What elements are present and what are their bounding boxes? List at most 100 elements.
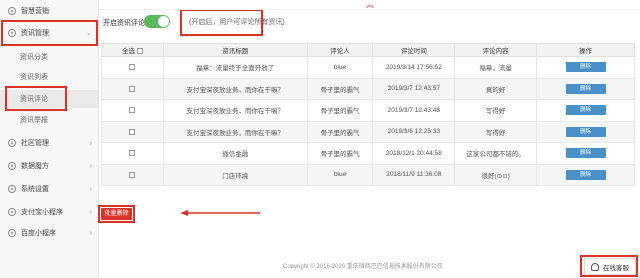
row-checkbox[interactable] bbox=[129, 171, 136, 178]
row-title: 支付宝深夜放业务，而你在干嘛？ bbox=[162, 99, 308, 122]
sidebar-item-alipay-mini-program[interactable]: 支付宝小程序 › bbox=[0, 203, 98, 221]
sidebar-item-news-management[interactable]: 资讯管理 ⌄ bbox=[0, 24, 98, 42]
content-header: 评论内容 bbox=[454, 43, 538, 57]
sidebar-item-data-cube[interactable]: 数据魔方 › bbox=[0, 157, 98, 175]
gear-icon bbox=[8, 139, 16, 147]
sidebar-item-label: 支付宝小程序 bbox=[21, 209, 63, 216]
row-commenter: 骨子里的霸气 bbox=[306, 120, 374, 143]
delete-button[interactable]: 删除 bbox=[565, 62, 606, 73]
double-chevron-up-icon[interactable]: ︽ bbox=[366, 1, 374, 9]
sidebar-subitem-label: 资讯列表 bbox=[20, 74, 48, 81]
gear-icon bbox=[8, 7, 16, 15]
comments-table: 全选 资讯标题 评论人 评论时间 评论内容 操作 福章：流量终于全面开放了 bl… bbox=[101, 43, 635, 186]
row-commenter: 骨子里的霸气 bbox=[306, 99, 374, 122]
sidebar-item-system-settings[interactable]: 系统设置 › bbox=[0, 180, 98, 198]
sidebar: 智慧营销 资讯管理 ⌄ 资讯分类 资讯列表 资讯评论 资讯举报 社区管理 › 数… bbox=[0, 0, 99, 278]
sidebar-item-label: 数据魔方 bbox=[21, 163, 49, 170]
action-header: 操作 bbox=[536, 43, 635, 57]
comment-toggle[interactable] bbox=[144, 15, 170, 28]
chevron-right-icon: › bbox=[89, 162, 92, 170]
row-content: 写得好 bbox=[454, 120, 538, 143]
chevron-right-icon: › bbox=[89, 229, 92, 237]
table-row: 门店环境 blue 2018/11/9 11:36:08 很好(⊙⊙) 删除 bbox=[101, 163, 635, 186]
sidebar-subitem-label: 资讯评论 bbox=[20, 96, 48, 103]
chevron-right-icon: › bbox=[89, 208, 92, 216]
table-row: 微信金融 骨子里的霸气 2018/12/1 20:44:58 这家公司都不错的。… bbox=[101, 142, 635, 165]
table-row: 支付宝深夜放业务，而你在干嘛？ 骨子里的霸气 2019/3/7 12:43:57… bbox=[101, 77, 635, 100]
chevron-right-icon: › bbox=[89, 139, 92, 147]
sidebar-subitem-label: 资讯分类 bbox=[20, 54, 48, 61]
commenter-header: 评论人 bbox=[306, 43, 374, 57]
sidebar-subitem-news-category[interactable]: 资讯分类 bbox=[0, 48, 98, 66]
row-commenter: blue bbox=[306, 56, 374, 79]
sidebar-item-baidu-mini-program[interactable]: 百度小程序 › bbox=[0, 224, 98, 242]
comment-toggle-tip: (开启后，用户可评论所有资讯) bbox=[189, 19, 285, 26]
sidebar-item-community[interactable]: 社区管理 › bbox=[0, 134, 98, 152]
sidebar-subitem-news-comments[interactable]: 资讯评论 bbox=[0, 90, 98, 108]
delete-button[interactable]: 删除 bbox=[565, 126, 606, 137]
table-header-row: 全选 资讯标题 评论人 评论时间 评论内容 操作 bbox=[101, 43, 635, 57]
select-all-checkbox[interactable] bbox=[136, 48, 143, 55]
online-service-label: 在线客服 bbox=[603, 264, 629, 272]
delete-button[interactable]: 删除 bbox=[565, 169, 606, 180]
row-checkbox[interactable] bbox=[129, 150, 136, 157]
row-time: 2018/12/1 20:44:58 bbox=[372, 142, 456, 165]
row-title: 微信金融 bbox=[162, 142, 308, 165]
delete-button[interactable]: 删除 bbox=[565, 148, 606, 159]
comment-toggle-label: 开启资讯评论: bbox=[103, 20, 147, 27]
row-title: 支付宝深夜放业务，而你在干嘛？ bbox=[162, 120, 308, 143]
sidebar-subitem-news-report[interactable]: 资讯举报 bbox=[0, 111, 98, 129]
row-content: 写得好 bbox=[454, 99, 538, 122]
row-checkbox[interactable] bbox=[129, 107, 136, 114]
headset-icon bbox=[591, 262, 599, 271]
title-header: 资讯标题 bbox=[162, 43, 308, 57]
row-checkbox[interactable] bbox=[129, 85, 136, 92]
row-checkbox[interactable] bbox=[129, 128, 136, 135]
sidebar-item-label: 社区管理 bbox=[21, 140, 49, 147]
table-row: 支付宝深夜放业务，而你在干嘛？ 骨子里的霸气 2019/3/6 12:25:33… bbox=[101, 120, 635, 143]
time-header: 评论时间 bbox=[372, 43, 456, 57]
gear-icon bbox=[8, 185, 16, 193]
select-all-header[interactable]: 全选 bbox=[101, 43, 164, 57]
row-content: 福章，流量 bbox=[454, 56, 538, 79]
sidebar-subitem-news-list[interactable]: 资讯列表 bbox=[0, 68, 98, 86]
row-time: 2018/11/9 11:36:08 bbox=[372, 163, 456, 186]
row-time: 2019/3/6 12:25:33 bbox=[372, 120, 456, 143]
sidebar-item-label: 系统设置 bbox=[21, 186, 49, 193]
chevron-down-icon: ⌄ bbox=[86, 30, 92, 37]
row-commenter: 骨子里的霸气 bbox=[306, 77, 374, 100]
batch-delete-button[interactable]: 批量删除 bbox=[101, 208, 132, 220]
toggle-knob bbox=[158, 16, 169, 27]
gear-icon bbox=[8, 29, 16, 37]
row-content: 这家公司都不错的。 bbox=[454, 142, 538, 165]
row-time: 2019/3/7 12:43:48 bbox=[372, 99, 456, 122]
delete-button[interactable]: 删除 bbox=[565, 83, 606, 94]
footer-copyright: Copyright © 2016-2020 重庆微商巴巴信息技术股份有限公司 bbox=[283, 264, 443, 270]
online-service-button[interactable]: 在线客服 bbox=[584, 258, 636, 275]
sidebar-item-smart-marketing[interactable]: 智慧营销 bbox=[0, 2, 98, 20]
gear-icon bbox=[8, 208, 16, 216]
row-commenter: blue bbox=[306, 163, 374, 186]
row-title: 福章：流量终于全面开放了 bbox=[162, 56, 308, 79]
gear-icon bbox=[8, 162, 16, 170]
sidebar-item-label: 百度小程序 bbox=[21, 230, 56, 237]
gear-icon bbox=[8, 229, 16, 237]
sidebar-item-label: 智慧营销 bbox=[21, 8, 49, 15]
select-all-label: 全选 bbox=[122, 48, 136, 55]
row-checkbox[interactable] bbox=[129, 64, 136, 71]
table-row: 支付宝深夜放业务，而你在干嘛？ 骨子里的霸气 2019/3/7 12:43:48… bbox=[101, 99, 635, 122]
annotation-arrow-icon bbox=[180, 210, 260, 216]
chevron-right-icon: › bbox=[89, 185, 92, 193]
row-commenter: 骨子里的霸气 bbox=[306, 142, 374, 165]
row-time: 2019/3/7 12:43:57 bbox=[372, 77, 456, 100]
delete-button[interactable]: 删除 bbox=[565, 105, 606, 116]
row-content: 很好(⊙⊙) bbox=[454, 163, 538, 186]
sidebar-subitem-label: 资讯举报 bbox=[20, 117, 48, 124]
row-title: 支付宝深夜放业务，而你在干嘛？ bbox=[162, 77, 308, 100]
row-title: 门店环境 bbox=[162, 163, 308, 186]
row-time: 2019/3/14 17:56:52 bbox=[372, 56, 456, 79]
sidebar-item-label: 资讯管理 bbox=[21, 30, 49, 37]
row-content: 真的好 bbox=[454, 77, 538, 100]
table-row: 福章：流量终于全面开放了 blue 2019/3/14 17:56:52 福章，… bbox=[101, 56, 635, 79]
page-root: 智慧营销 资讯管理 ⌄ 资讯分类 资讯列表 资讯评论 资讯举报 社区管理 › 数… bbox=[0, 0, 640, 278]
